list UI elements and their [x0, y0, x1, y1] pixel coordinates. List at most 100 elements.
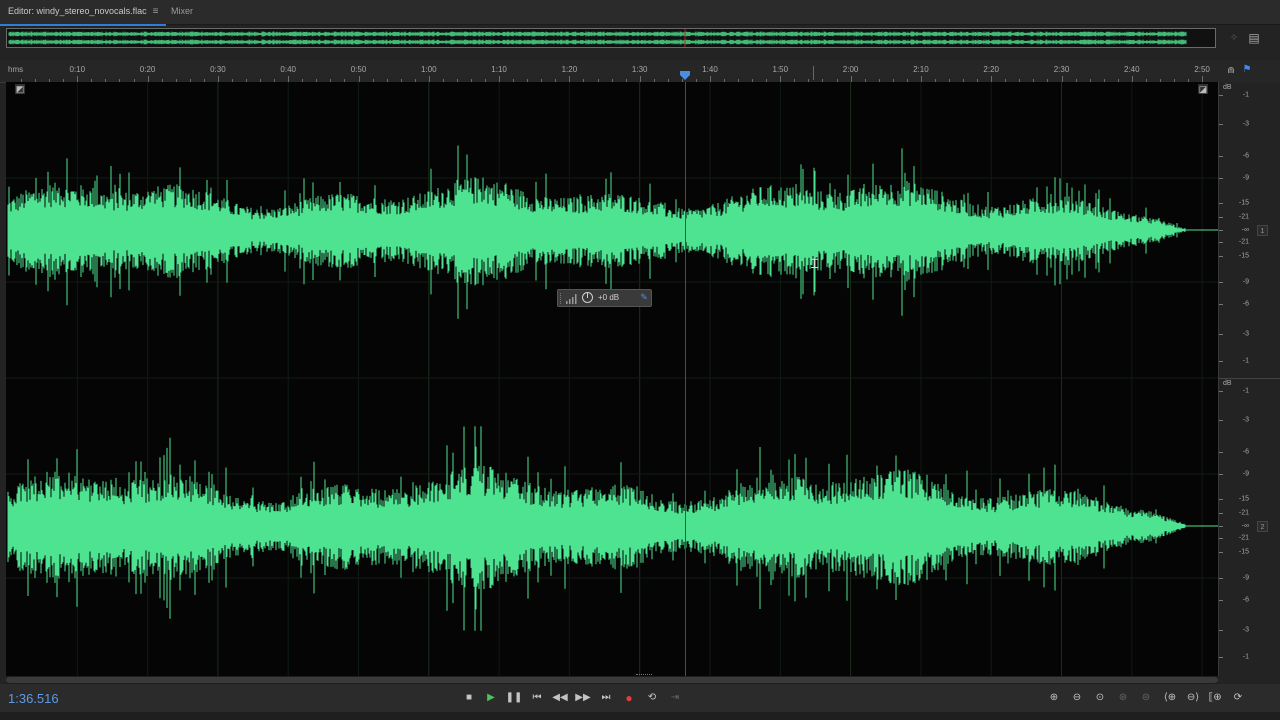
waveform-display[interactable]: [6, 82, 1218, 676]
db-scale-tick: [1219, 420, 1223, 421]
zoom-full-icon[interactable]: ⟳: [1228, 690, 1248, 706]
pause-button[interactable]: ❚❚: [504, 690, 524, 706]
loop-marker[interactable]: [813, 66, 814, 80]
tab-mixer-label: Mixer: [171, 6, 193, 16]
overview-menu-icon[interactable]: ▤: [1246, 30, 1262, 46]
db-scale-tick: [1219, 95, 1223, 96]
hud-drag-grip[interactable]: [560, 293, 564, 304]
play-button[interactable]: ▶: [481, 690, 501, 706]
record-button[interactable]: ●: [619, 690, 639, 706]
db-scale-label: -3: [1242, 120, 1249, 128]
volume-value[interactable]: +0 dB: [598, 293, 619, 302]
skip-selection-button[interactable]: ⇥: [665, 690, 685, 706]
marker-icon[interactable]: ⚑: [1241, 64, 1253, 76]
channel-1-badge[interactable]: 1: [1257, 225, 1268, 236]
db-scale-tick: [1219, 474, 1223, 475]
db-scale-tick: [1219, 178, 1223, 179]
scrollbar-thumb[interactable]: [6, 674, 1218, 683]
channel-2-waveform[interactable]: [7, 426, 1218, 631]
zoom-selection-icon[interactable]: ⟦⊕: [1205, 690, 1225, 706]
db-scale-tick: [1219, 242, 1223, 243]
db-unit-label-ch2: dB: [1223, 380, 1232, 387]
db-scale-label: -21: [1238, 534, 1249, 542]
tab-editor-label: Editor: windy_stereo_novocals.flac: [8, 6, 147, 16]
ruler-tick-label: 1:50: [772, 65, 789, 74]
move-to-previous-button[interactable]: ⏮: [527, 690, 547, 706]
db-scale-label: -9: [1242, 574, 1249, 582]
loop-playback-button[interactable]: ⟲: [642, 690, 662, 706]
rewind-button[interactable]: ◀◀: [550, 690, 570, 706]
panel-menu-icon[interactable]: ≡: [153, 6, 159, 17]
amplitude-ruler[interactable]: dB dB -1 -3 -6 -9 -15 -21 -∞ -21 -15 -9 -6 -3 -1 -1 -3…: [1218, 82, 1280, 676]
db-scale-label: -1: [1242, 387, 1249, 395]
db-scale-label: -9: [1242, 174, 1249, 182]
zoom-out-amplitude-icon[interactable]: ⊖: [1067, 690, 1087, 706]
zoom-in-amplitude-icon[interactable]: ⊕: [1044, 690, 1064, 706]
db-scale-label: -3: [1242, 330, 1249, 338]
zoom-out-full-icon[interactable]: ⊜: [1136, 690, 1156, 706]
db-scale-tick: [1219, 217, 1223, 218]
ruler-tick-label: 2:10: [913, 65, 929, 74]
pin-icon[interactable]: ✎: [638, 292, 650, 304]
move-to-next-button[interactable]: ⏭: [596, 690, 616, 706]
db-scale-tick: [1219, 391, 1223, 392]
ruler-tick-label: 0:20: [139, 65, 156, 74]
time-ruler[interactable]: hms 0:10 0:20 0:30 0:40 0:50 1:00 1:10 1:20 1:30…: [0, 60, 1218, 83]
zoom-reset-icon[interactable]: ⊙: [1090, 690, 1110, 706]
db-scale-label: -1: [1242, 653, 1249, 661]
overview-waveform: [8, 31, 1187, 45]
volume-knob[interactable]: [582, 292, 593, 303]
db-scale-tick: [1219, 156, 1223, 157]
timecode-display[interactable]: 1:36.516: [8, 691, 59, 706]
db-scale-tick: [1219, 578, 1223, 579]
playhead-handle[interactable]: [680, 71, 690, 80]
zoom-navigator-icon[interactable]: ✧: [1226, 30, 1242, 46]
db-scale-label: -6: [1242, 596, 1249, 604]
db-scale-tick: [1219, 552, 1223, 553]
status-bar: [0, 712, 1280, 720]
horizontal-scrollbar[interactable]: [6, 674, 1218, 684]
db-scale-tick: [1219, 361, 1223, 362]
waveform-overview[interactable]: [6, 28, 1216, 48]
ruler-unit-label: hms: [8, 65, 24, 74]
zoom-corner-right-icon[interactable]: ◪: [1198, 84, 1208, 94]
db-scale-label: -∞: [1241, 226, 1249, 234]
snap-icon[interactable]: ⋒: [1225, 65, 1237, 77]
zoom-out-time-icon[interactable]: ⊖⟩: [1183, 690, 1203, 706]
ruler-tick-label: 2:40: [1124, 65, 1140, 74]
db-scale-tick: [1219, 657, 1223, 658]
db-scale-tick: [1219, 630, 1223, 631]
db-scale-tick: [1219, 124, 1223, 125]
db-scale-tick: [1219, 256, 1223, 257]
db-scale-label: -21: [1238, 238, 1249, 246]
ruler-tick-label: 2:30: [1053, 65, 1070, 74]
zoom-corner-left-icon[interactable]: ◩: [15, 84, 25, 94]
ruler-tick-label: 1:10: [491, 65, 507, 74]
db-scale-tick: [1219, 203, 1223, 204]
channel-divider: [1219, 378, 1280, 379]
channel-2-badge[interactable]: 2: [1257, 521, 1268, 532]
zoom-in-time-icon[interactable]: ⟨⊕: [1160, 690, 1180, 706]
ruler-tick-label: 2:50: [1194, 65, 1210, 74]
db-scale-label: -∞: [1241, 522, 1249, 530]
db-scale-label: -15: [1238, 548, 1249, 556]
fast-forward-button[interactable]: ▶▶: [573, 690, 593, 706]
playhead-line[interactable]: [685, 82, 686, 676]
zoom-in-playhead-icon[interactable]: ⊛: [1113, 690, 1133, 706]
transport-bar: [0, 684, 1280, 712]
db-unit-label-ch1: dB: [1223, 84, 1232, 91]
db-scale-label: -21: [1238, 509, 1249, 517]
stop-button[interactable]: ■: [459, 690, 479, 706]
db-scale-label: -21: [1238, 213, 1249, 221]
db-scale-tick: [1219, 334, 1223, 335]
ruler-tick-label: 0:50: [350, 65, 367, 74]
db-scale-label: -6: [1242, 152, 1249, 160]
volume-hud[interactable]: +0 dB ✎: [557, 289, 652, 307]
db-scale-label: -1: [1242, 357, 1249, 365]
db-scale-tick: [1219, 452, 1223, 453]
ruler-tick-label: 2:20: [983, 65, 999, 74]
ruler-tick-label: 1:00: [421, 65, 437, 74]
db-scale-label: -9: [1242, 278, 1249, 286]
tab-editor[interactable]: Editor: windy_stereo_novocals.flac ≡: [0, 0, 167, 26]
tab-mixer[interactable]: Mixer: [163, 0, 201, 24]
